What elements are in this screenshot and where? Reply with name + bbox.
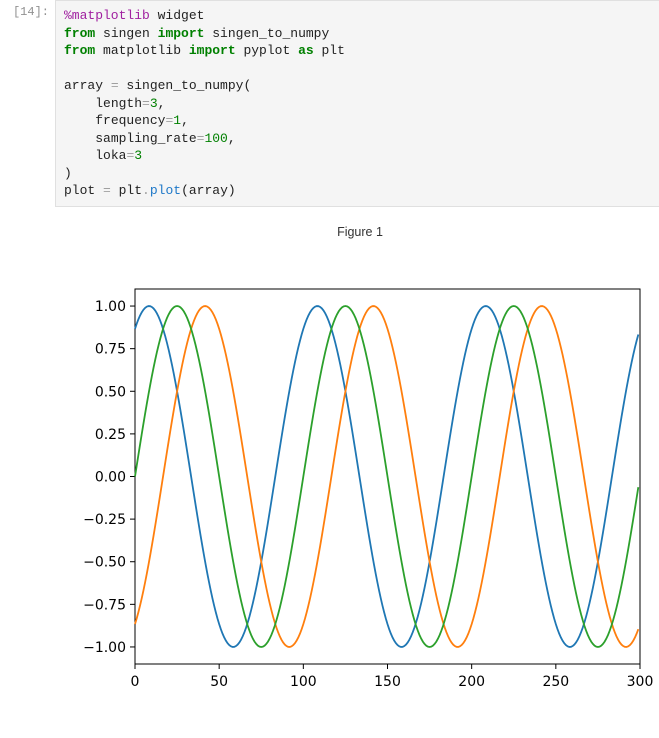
code-tok: pyplot <box>236 43 298 58</box>
code-tok: import <box>158 26 205 41</box>
y-tick-label: 0.50 <box>95 384 126 400</box>
x-tick-label: 250 <box>542 674 569 690</box>
code-tok: 100 <box>204 131 227 146</box>
x-tick-label: 200 <box>458 674 485 690</box>
code-tok: (array) <box>181 183 236 198</box>
code-tok: import <box>189 43 236 58</box>
figure-title: Figure 1 <box>55 225 659 239</box>
code-tok <box>64 148 95 163</box>
code-tok: plt <box>111 183 142 198</box>
chart-output: −1.00 −0.75 −0.50 −0.25 0.00 0.25 0.50 0.75 1.00… <box>55 249 659 709</box>
code-tok: from <box>64 26 95 41</box>
y-tick-label: 0.25 <box>95 427 126 443</box>
line-chart: −1.00 −0.75 −0.50 −0.25 0.00 0.25 0.50 0.75 1.00… <box>65 279 655 699</box>
cell-prompt: [14]: <box>0 0 55 709</box>
y-tick-label: −0.75 <box>83 597 126 613</box>
code-tok: , <box>181 113 189 128</box>
code-input[interactable]: %matplotlib widget from singen import si… <box>55 0 659 207</box>
code-tok: = <box>142 96 150 111</box>
code-tok: plt <box>314 43 345 58</box>
code-tok: plot <box>64 183 103 198</box>
code-tok: plot <box>150 183 181 198</box>
x-tick-label: 50 <box>210 674 228 690</box>
code-tok: frequency <box>95 113 165 128</box>
y-tick-label: −0.50 <box>83 555 126 571</box>
y-tick-label: −0.25 <box>83 512 126 528</box>
notebook-cell: [14]: %matplotlib widget from singen imp… <box>0 0 659 709</box>
code-tok: 1 <box>173 113 181 128</box>
x-tick-label: 150 <box>374 674 401 690</box>
y-tick-label: 0.00 <box>95 470 126 486</box>
code-tok <box>64 131 95 146</box>
code-tok: length <box>95 96 142 111</box>
code-tok: from <box>64 43 95 58</box>
code-tok <box>64 96 95 111</box>
code-tok <box>64 113 95 128</box>
code-tok: as <box>298 43 314 58</box>
y-tick-label: 0.75 <box>95 342 126 358</box>
code-tok: singen <box>95 26 157 41</box>
y-tick-label: 1.00 <box>95 299 126 315</box>
x-tick-label: 100 <box>290 674 317 690</box>
code-tok: ) <box>64 166 72 181</box>
code-tok: %matplotlib <box>64 8 150 23</box>
y-tick-label: −1.00 <box>83 640 126 656</box>
code-tok: singen_to_numpy( <box>119 78 252 93</box>
code-tok: = <box>111 78 119 93</box>
code-tok: 3 <box>134 148 142 163</box>
x-tick-label: 0 <box>131 674 140 690</box>
code-tok: = <box>103 183 111 198</box>
code-tok: sampling_rate <box>95 131 196 146</box>
code-tok: . <box>142 183 150 198</box>
cell-body: %matplotlib widget from singen import si… <box>55 0 659 709</box>
code-tok: loka <box>95 148 126 163</box>
code-tok: 3 <box>150 96 158 111</box>
code-tok: widget <box>150 8 205 23</box>
x-tick-label: 300 <box>627 674 654 690</box>
code-tok: singen_to_numpy <box>204 26 329 41</box>
code-tok: , <box>158 96 166 111</box>
code-tok: , <box>228 131 236 146</box>
code-tok: array <box>64 78 111 93</box>
code-tok: matplotlib <box>95 43 189 58</box>
